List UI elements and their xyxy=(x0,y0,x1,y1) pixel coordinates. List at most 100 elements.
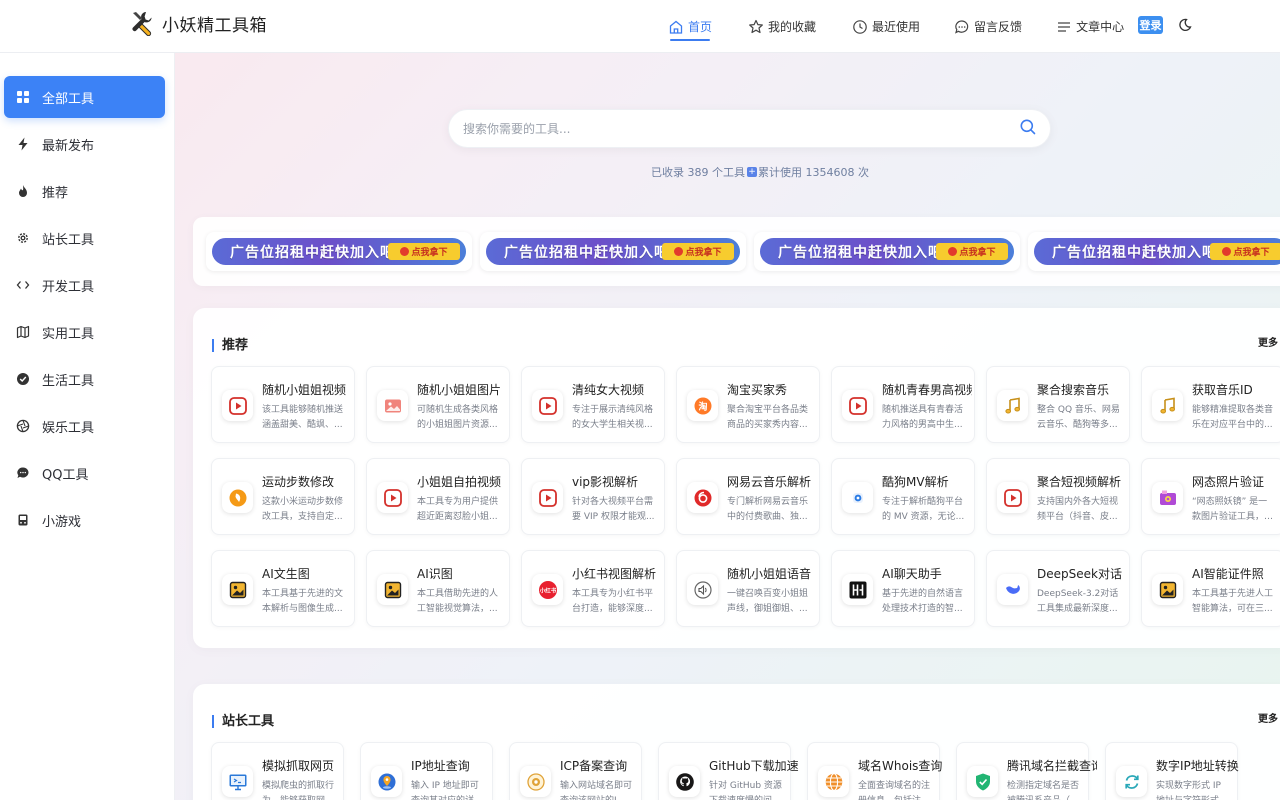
tool-card[interactable]: 腾讯域名拦截查询检测指定域名是否被腾讯系产品（如微... xyxy=(956,742,1097,800)
search-input[interactable] xyxy=(463,119,1003,139)
tool-card[interactable]: IP地址查询输入 IP 地址即可查询其对应的详细... xyxy=(360,742,493,800)
sidebar-item-entertainment[interactable]: 娱乐工具 xyxy=(4,405,165,447)
monitor-icon xyxy=(222,766,253,797)
sidebar: 全部工具 最新发布 推荐 站长工具 开发工具 实用工具 生活工具 娱乐工具 QQ… xyxy=(0,53,175,800)
ad-banner-graphic: 广告位招租中赶快加入吧 点我拿下 xyxy=(1034,238,1280,265)
ad-banner[interactable]: 广告位招租中赶快加入吧 点我拿下 xyxy=(480,232,746,271)
tool-card-title: 随机小姐姐视频 xyxy=(262,383,347,397)
tool-card[interactable]: AI识图 本工具借助先进的人工智能视觉算法，... xyxy=(366,550,510,627)
sidebar-item-qq[interactable]: QQ工具 xyxy=(4,452,165,494)
more-link[interactable]: 更多 xyxy=(1258,710,1278,725)
tool-card[interactable]: AI文生图 本工具基于先进的文本解析与图像生成... xyxy=(211,550,355,627)
fire-icon xyxy=(19,185,27,197)
nav-home[interactable]: 首页 xyxy=(668,0,712,53)
login-button[interactable]: 登录 xyxy=(1138,16,1163,34)
tool-card-title: IP地址查询 xyxy=(411,759,470,773)
tool-card-desc: 整合 QQ 音乐、网易云音乐、酷狗等多... xyxy=(1037,405,1120,430)
nav-label: 首页 xyxy=(688,20,713,34)
sidebar-label: 实用工具 xyxy=(42,326,95,342)
tool-card[interactable]: 域名Whois查询全面查询域名的注册信息，包括注... xyxy=(807,742,942,800)
tool-card-title: 域名Whois查询 xyxy=(858,759,943,773)
refresh-icon xyxy=(1116,766,1147,797)
sidebar-item-latest[interactable]: 最新发布 xyxy=(4,123,165,165)
tool-card[interactable]: 随机小姐姐语音 一键召唤百变小姐姐声线，御姐御姐、... xyxy=(676,550,820,627)
music-note-icon xyxy=(997,390,1028,421)
tool-card[interactable]: 聚合搜索音乐 整合 QQ 音乐、网易云音乐、酷狗等多... xyxy=(986,366,1130,443)
ad-banner[interactable]: 广告位招租中赶快加入吧 点我拿下 xyxy=(206,232,472,271)
nav-label: 我的收藏 xyxy=(768,20,817,34)
tool-card[interactable]: 淘 淘宝买家秀 聚合淘宝平台各品类商品的买家秀内容... xyxy=(676,366,820,443)
svg-text:淘: 淘 xyxy=(698,400,707,412)
sidebar-item-recommend[interactable]: 推荐 xyxy=(4,170,165,212)
ad-button[interactable]: 点我拿下 xyxy=(1210,243,1280,260)
nav-recent[interactable]: 最近使用 xyxy=(852,0,920,53)
sidebar-item-webmaster[interactable]: 站长工具 xyxy=(4,217,165,259)
tool-card[interactable]: 获取音乐ID 能够精准提取各类音乐在对应平台中的... xyxy=(1141,366,1280,443)
nav-favorites[interactable]: 我的收藏 xyxy=(748,0,816,53)
sport-icon xyxy=(222,482,253,513)
tool-card[interactable]: 网态照片验证 “网态照妖镜” 是一款图片验证工具，支... xyxy=(1141,458,1280,535)
tool-card-title: vip影视解析 xyxy=(572,475,639,489)
picture-icon xyxy=(222,574,253,605)
tool-card[interactable]: 随机小姐姐图片 可随机生成各类风格的小姐姐图片资源... xyxy=(366,366,510,443)
tool-card[interactable]: 网易云音乐解析 专门解析网易云音乐中的付费歌曲、独... xyxy=(676,458,820,535)
tool-card[interactable]: AI聊天助手 基于先进的自然语言处理技术打造的智... xyxy=(831,550,975,627)
tool-card[interactable]: DeepSeek对话 DeepSeek-3.2对话工具集成最新深度... xyxy=(986,550,1130,627)
tool-card[interactable]: GitHub下载加速针对 GitHub 资源下载速度慢的问... xyxy=(658,742,799,800)
sidebar-label: 开发工具 xyxy=(42,279,95,295)
tool-card[interactable]: 数字IP地址转换实现数字形式 IP 地址与字符形式 IP 地址之间的互相转... xyxy=(1105,742,1239,800)
tool-card[interactable]: vip影视解析针对各大视频平台需要 VIP 权限才能观... xyxy=(521,458,665,535)
tool-card-title: 运动步数修改 xyxy=(262,475,335,489)
tool-card[interactable]: 酷狗MV解析 专注于解析酷狗平台的 MV 资源，无论... xyxy=(831,458,975,535)
ad-text: 广告位招租中赶快加入吧 xyxy=(504,244,669,261)
sidebar-item-utility[interactable]: 实用工具 xyxy=(4,311,165,353)
tool-card[interactable]: 随机小姐姐视频 该工具能够随机推送涵盖甜美、酷飒、... xyxy=(211,366,355,443)
sidebar-label: 全部工具 xyxy=(42,91,95,107)
tool-card[interactable]: AI智能证件照 本工具基于先进人工智能算法，可在三... xyxy=(1141,550,1280,627)
sidebar-item-games[interactable]: 小游戏 xyxy=(4,499,165,541)
search-icon[interactable] xyxy=(1019,118,1037,136)
nav-label: 留言反馈 xyxy=(974,20,1023,34)
clock-icon xyxy=(853,19,867,34)
sidebar-item-dev[interactable]: 开发工具 xyxy=(4,264,165,306)
tool-card-desc: 专注于解析酷狗平台的 MV 资源，无论... xyxy=(882,497,965,522)
ad-button[interactable]: 点我拿下 xyxy=(662,243,734,260)
grid-icon xyxy=(17,91,29,103)
tool-card[interactable]: 小姐姐自拍视频 本工具专为用户提供超近距离怼脸小姐... xyxy=(366,458,510,535)
tool-card[interactable]: 小红书 小红书视图解析 本工具专为小红书平台打造，能够深度... xyxy=(521,550,665,627)
video-play-icon xyxy=(222,390,253,421)
logo[interactable]: 小妖精工具箱 xyxy=(130,10,267,36)
stats-prefix: 已收录 xyxy=(651,166,684,179)
tool-card[interactable]: 模拟抓取网页模拟爬虫的抓取行为，能够获取网页... xyxy=(211,742,344,800)
tool-card[interactable]: ICP备案查询输入网站域名即可查询该网站的I... xyxy=(509,742,642,800)
ad-button[interactable]: 点我拿下 xyxy=(388,243,460,260)
shield-icon xyxy=(967,766,998,797)
tool-card-desc: 这款小米运动步数修改工具，支持自定... xyxy=(262,497,344,522)
sidebar-item-all-tools[interactable]: 全部工具 xyxy=(4,76,165,118)
section-title: 站长工具 xyxy=(212,715,274,728)
tool-card-title: 随机小姐姐语音 xyxy=(727,567,812,581)
tool-card[interactable]: 清纯女大视频 专注于展示清纯风格的女大学生相关视... xyxy=(521,366,665,443)
tool-card-desc: 模拟爬虫的抓取行为，能够获取网页... xyxy=(262,781,335,800)
tool-card-desc: 专门解析网易云音乐中的付费歌曲、独... xyxy=(727,497,809,522)
tool-card-desc: 本工具基于先进的文本解析与图像生成... xyxy=(262,589,344,614)
tools-icon xyxy=(132,12,152,36)
sidebar-item-life[interactable]: 生活工具 xyxy=(4,358,165,400)
tool-card-desc: 针对各大视频平台需要 VIP 权限才能观... xyxy=(572,497,655,522)
tool-card-title: AI识图 xyxy=(417,567,453,581)
ad-button[interactable]: 点我拿下 xyxy=(936,243,1008,260)
location-icon xyxy=(371,766,402,797)
sidebar-label: 最新发布 xyxy=(42,138,95,154)
tool-card[interactable]: 聚合短视频解析 支持国内外各大短视频平台（抖音、皮... xyxy=(986,458,1130,535)
ad-button-label: 点我拿下 xyxy=(411,248,448,258)
tool-card[interactable]: 运动步数修改这款小米运动步数修改工具，支持自定... xyxy=(211,458,355,535)
tool-card-title: 淘宝买家秀 xyxy=(727,383,788,397)
ad-dot-icon xyxy=(1222,247,1232,256)
nav-feedback[interactable]: 留言反馈 xyxy=(954,0,1022,53)
ad-banner[interactable]: 广告位招租中赶快加入吧 点我拿下 xyxy=(754,232,1020,271)
tool-card[interactable]: 随机青春男高视频 随机推送具有青春活力风格的男高中生... xyxy=(831,366,975,443)
nav-articles[interactable]: 文章中心 xyxy=(1056,0,1124,53)
more-link[interactable]: 更多 xyxy=(1258,334,1278,349)
ad-banner[interactable]: 广告位招租中赶快加入吧 点我拿下 xyxy=(1028,232,1280,271)
moon-icon[interactable] xyxy=(1178,18,1192,32)
